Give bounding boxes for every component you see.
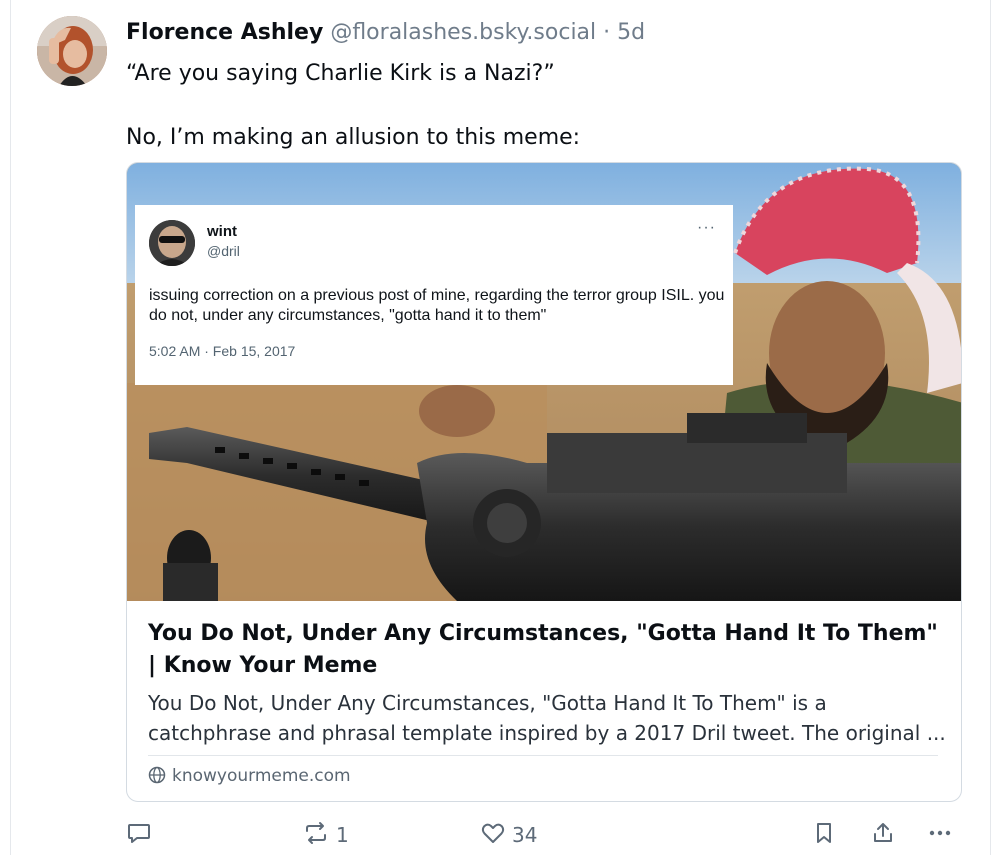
repost-button[interactable]: 1 bbox=[302, 818, 349, 852]
share-icon bbox=[870, 820, 896, 851]
post-actions: 1 34 bbox=[0, 818, 1000, 852]
tweet-more-icon: ··· bbox=[697, 219, 716, 236]
author-handle[interactable]: @floralashes.bsky.social bbox=[330, 20, 596, 45]
globe-icon bbox=[148, 766, 166, 792]
tweet-avatar bbox=[149, 220, 195, 266]
more-icon bbox=[926, 820, 954, 851]
card-domain[interactable]: knowyourmeme.com bbox=[148, 763, 351, 789]
avatar-image bbox=[37, 16, 107, 86]
post-header: Florence Ashley @floralashes.bsky.social… bbox=[126, 16, 645, 50]
tweet-author-handle: @dril bbox=[207, 243, 240, 259]
post-text-line: No, I’m making an allusion to this meme: bbox=[126, 125, 581, 150]
avatar[interactable] bbox=[37, 16, 107, 86]
bookmark-button[interactable] bbox=[812, 818, 836, 852]
card-description: You Do Not, Under Any Circumstances, "Go… bbox=[148, 691, 946, 745]
card-title[interactable]: You Do Not, Under Any Circumstances, "Go… bbox=[148, 618, 948, 682]
author-name[interactable]: Florence Ashley bbox=[126, 20, 323, 45]
heart-icon bbox=[480, 820, 506, 851]
tweet-text: issuing correction on a previous post of… bbox=[149, 287, 725, 324]
tweet-author-name: wint bbox=[207, 223, 237, 240]
post-age[interactable]: 5d bbox=[617, 20, 645, 45]
like-count: 34 bbox=[512, 823, 538, 847]
more-button[interactable] bbox=[926, 818, 954, 852]
separator: · bbox=[603, 20, 611, 45]
link-preview-card[interactable]: wint @dril ··· issuing correction on a p… bbox=[126, 162, 962, 802]
card-body: You Do Not, Under Any Circumstances, "Go… bbox=[148, 618, 948, 748]
right-border bbox=[990, 0, 991, 855]
reply-button[interactable] bbox=[126, 818, 152, 852]
post-text-line: “Are you saying Charlie Kirk is a Nazi?” bbox=[126, 61, 555, 86]
tweet-avatar-image bbox=[149, 220, 195, 266]
like-button[interactable]: 34 bbox=[480, 818, 537, 852]
card-domain-text: knowyourmeme.com bbox=[172, 766, 351, 786]
share-button[interactable] bbox=[870, 818, 896, 852]
card-thumbnail: wint @dril ··· issuing correction on a p… bbox=[127, 163, 961, 601]
embedded-tweet: wint @dril ··· issuing correction on a p… bbox=[135, 205, 733, 385]
tweet-timestamp: 5:02 AM · Feb 15, 2017 bbox=[149, 343, 296, 359]
left-border bbox=[10, 0, 11, 855]
card-divider bbox=[148, 755, 938, 756]
post-text: “Are you saying Charlie Kirk is a Nazi?”… bbox=[126, 58, 966, 154]
reply-icon bbox=[126, 820, 152, 851]
repost-count: 1 bbox=[336, 823, 349, 847]
bookmark-icon bbox=[812, 820, 836, 851]
repost-icon bbox=[302, 820, 330, 851]
